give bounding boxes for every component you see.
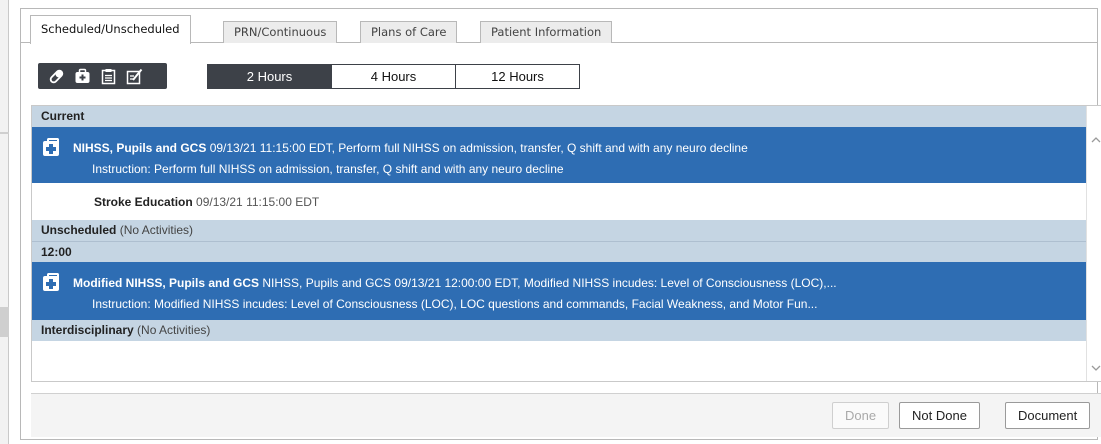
range-2-hours-button[interactable]: 2 Hours bbox=[208, 65, 331, 88]
task-instruction: Instruction: Modified NIHSS incudes: Lev… bbox=[92, 297, 818, 311]
tab-patient-information[interactable]: Patient Information bbox=[480, 21, 613, 43]
task-detail: NIHSS, Pupils and GCS 09/13/21 12:00:00 … bbox=[259, 276, 837, 290]
tab-bar: Scheduled/Unscheduled PRN/Continuous Pla… bbox=[21, 9, 1097, 44]
task-summary: Modified NIHSS, Pupils and GCS NIHSS, Pu… bbox=[73, 276, 837, 290]
tab-plans-of-care[interactable]: Plans of Care bbox=[360, 21, 458, 43]
task-grid: Current NIHSS, Pupils and GCS 09/13/21 1… bbox=[31, 105, 1101, 382]
task-instruction: Instruction: Perform full NIHSS on admis… bbox=[92, 162, 564, 176]
done-button[interactable]: Done bbox=[832, 402, 890, 429]
scroll-up-icon[interactable] bbox=[1091, 135, 1101, 145]
task-row-nihss[interactable]: NIHSS, Pupils and GCS 09/13/21 11:15:00 … bbox=[32, 127, 1087, 183]
section-title: 12:00 bbox=[41, 245, 72, 259]
task-detail: 09/13/21 11:15:00 EDT bbox=[192, 195, 320, 209]
section-header-1200: 12:00 bbox=[32, 241, 1087, 262]
toolbar-icon-group bbox=[38, 63, 167, 89]
rail-splitter[interactable] bbox=[0, 307, 9, 337]
task-summary: Stroke Education 09/13/21 11:15:00 EDT bbox=[94, 195, 319, 209]
medical-bag-icon[interactable] bbox=[74, 68, 91, 85]
clipboard-icon[interactable] bbox=[100, 68, 117, 85]
tab-scheduled-unscheduled[interactable]: Scheduled/Unscheduled bbox=[30, 15, 191, 44]
range-4-hours-button[interactable]: 4 Hours bbox=[331, 65, 455, 88]
task-detail: 09/13/21 11:15:00 EDT, Perform full NIHS… bbox=[206, 141, 748, 155]
task-name: Modified NIHSS, Pupils and GCS bbox=[73, 276, 260, 290]
checklist-edit-icon[interactable] bbox=[126, 68, 143, 85]
task-name: NIHSS, Pupils and GCS bbox=[73, 141, 207, 155]
section-title: Current bbox=[41, 109, 85, 123]
section-header-current: Current bbox=[32, 106, 1087, 127]
task-bag-icon bbox=[43, 273, 59, 291]
time-range-toggle: 2 Hours 4 Hours 12 Hours bbox=[207, 64, 580, 89]
section-note: (No Activities) bbox=[119, 223, 194, 237]
pill-icon[interactable] bbox=[48, 68, 65, 85]
section-header-unscheduled: Unscheduled (No Activities) bbox=[32, 220, 1087, 241]
task-row-stroke-education[interactable]: Stroke Education 09/13/21 11:15:00 EDT bbox=[32, 183, 1087, 220]
left-rail bbox=[0, 0, 9, 444]
section-title: Unscheduled bbox=[41, 223, 117, 237]
tab-prn-continuous[interactable]: PRN/Continuous bbox=[223, 21, 338, 43]
range-12-hours-button[interactable]: 12 Hours bbox=[455, 65, 579, 88]
scroll-down-icon[interactable] bbox=[1091, 363, 1101, 373]
document-button[interactable]: Document bbox=[1005, 402, 1091, 429]
not-done-button[interactable]: Not Done bbox=[899, 402, 980, 429]
task-list-panel: Scheduled/Unscheduled PRN/Continuous Pla… bbox=[20, 8, 1101, 440]
task-row-modified-nihss[interactable]: Modified NIHSS, Pupils and GCS NIHSS, Pu… bbox=[32, 262, 1087, 320]
task-summary: NIHSS, Pupils and GCS 09/13/21 11:15:00 … bbox=[73, 141, 748, 155]
section-header-interdisciplinary: Interdisciplinary (No Activities) bbox=[32, 320, 1087, 341]
vertical-scrollbar[interactable] bbox=[1086, 106, 1101, 381]
section-title: Interdisciplinary bbox=[41, 323, 134, 337]
rail-mark bbox=[0, 132, 9, 134]
toolbar: 2 Hours 4 Hours 12 Hours bbox=[21, 43, 1097, 91]
task-name: Stroke Education bbox=[94, 195, 193, 209]
section-note: (No Activities) bbox=[137, 323, 211, 337]
action-footer: Done Not Done Document bbox=[31, 393, 1101, 437]
task-bag-icon bbox=[43, 138, 59, 156]
